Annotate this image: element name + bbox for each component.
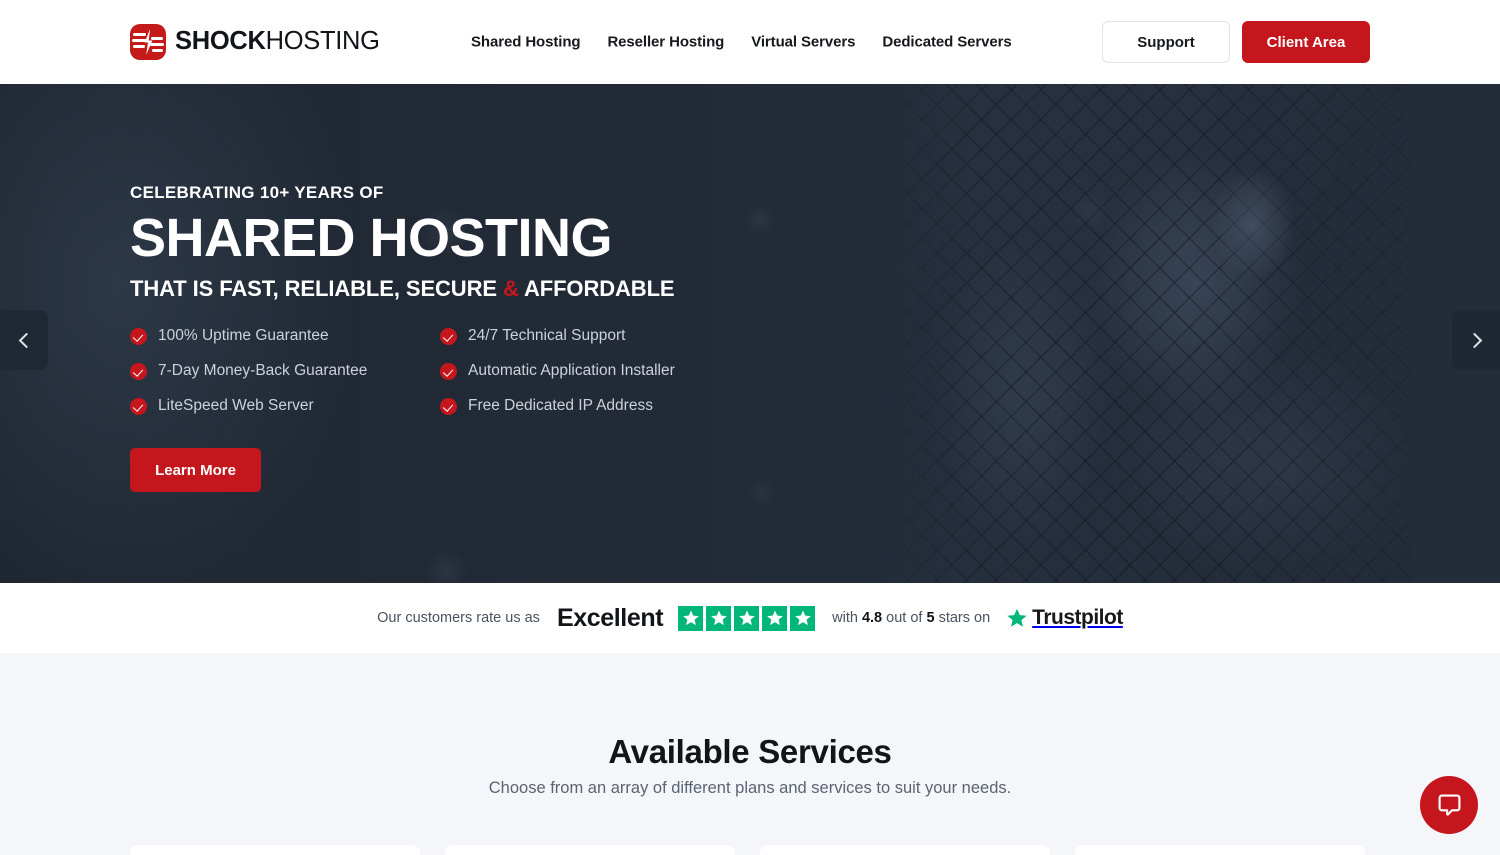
hero-feature-list: 100% Uptime Guarantee 24/7 Technical Sup… [130,327,675,415]
chevron-left-icon [18,332,34,348]
trustpilot-score-text: with 4.8 out of 5 stars on [832,610,990,626]
star-icon [790,605,816,631]
feature-item: Automatic Application Installer [440,362,675,380]
logo-bold-word: SHOCK [175,27,266,56]
hero-subtitle-after: AFFORDABLE [518,276,675,301]
site-logo[interactable]: SHOCKHOSTING [130,24,380,60]
hero-eyebrow: CELEBRATING 10+ YEARS OF [130,183,384,202]
site-header: SHOCKHOSTING Shared Hosting Reseller Hos… [0,0,1500,84]
feature-item: LiteSpeed Web Server [130,397,440,415]
check-circle-icon [440,327,457,345]
page-root: SHOCKHOSTING Shared Hosting Reseller Hos… [0,0,1500,855]
check-circle-icon [440,397,457,415]
hero-subtitle: THAT IS FAST, RELIABLE, SECURE & AFFORDA… [130,276,675,302]
trustpilot-outof-text: out of [886,610,923,626]
support-button[interactable]: Support [1102,21,1230,63]
main-navigation: Shared Hosting Reseller Hosting Virtual … [471,34,1012,51]
logo-light-word: HOSTING [265,27,380,56]
shock-bolt-icon [130,24,166,60]
check-circle-icon [130,327,147,345]
hero-subtitle-ampersand: & [502,276,519,301]
hero-content: CELEBRATING 10+ YEARS OF SHARED HOSTING … [130,84,890,583]
live-chat-button[interactable] [1420,776,1478,834]
trustpilot-stars-on-text: stars on [938,610,991,626]
feature-item: Free Dedicated IP Address [440,397,675,415]
logo-wordmark: SHOCKHOSTING [175,29,380,55]
trustpilot-max-score: 5 [926,610,935,626]
service-card[interactable] [130,845,420,855]
check-circle-icon [440,362,457,380]
trustpilot-logo[interactable]: Trustpilot [1006,606,1123,630]
service-card[interactable] [445,845,735,855]
trustpilot-rating-word: Excellent [556,603,664,632]
hero-background-photo [850,84,1410,583]
hero-subtitle-before: THAT IS FAST, RELIABLE, SECURE [130,276,503,301]
available-services-section: Available Services Choose from an array … [0,653,1500,855]
nav-item-reseller-hosting[interactable]: Reseller Hosting [607,34,724,51]
section-title: Available Services [608,733,892,770]
section-subtitle: Choose from an array of different plans … [488,779,1012,797]
trustpilot-star-icon [1007,608,1027,627]
feature-label: 24/7 Technical Support [468,327,626,344]
service-card[interactable] [760,845,1050,855]
header-actions: Support Client Area [1102,21,1370,63]
nav-item-virtual-servers[interactable]: Virtual Servers [751,34,855,51]
star-icon [678,605,704,631]
feature-label: 7-Day Money-Back Guarantee [158,362,368,379]
hero-carousel-slide: CELEBRATING 10+ YEARS OF SHARED HOSTING … [0,84,1500,583]
learn-more-button[interactable]: Learn More [130,448,261,492]
nav-item-dedicated-servers[interactable]: Dedicated Servers [882,34,1011,51]
client-area-button[interactable]: Client Area [1242,21,1370,63]
feature-label: LiteSpeed Web Server [158,397,314,414]
service-card-grid [130,845,1370,855]
trustpilot-with-text: with [832,610,858,626]
carousel-next-button[interactable] [1452,310,1500,370]
trustpilot-brand-text: Trustpilot [1032,606,1123,629]
trustpilot-prefix: Our customers rate us as [377,610,540,626]
feature-item: 100% Uptime Guarantee [130,327,440,345]
chat-bubble-icon [1438,794,1460,816]
check-circle-icon [130,362,147,380]
feature-label: Free Dedicated IP Address [468,397,653,414]
feature-label: 100% Uptime Guarantee [158,327,329,344]
star-icon [734,605,760,631]
service-card[interactable] [1075,845,1365,855]
trustpilot-bar: Our customers rate us as Excellent with … [0,583,1500,653]
trustpilot-row: Our customers rate us as Excellent with … [377,604,1123,633]
carousel-prev-button[interactable] [0,310,48,370]
chevron-right-icon [1466,332,1482,348]
trustpilot-score: 4.8 [861,610,883,626]
star-icon [706,605,732,631]
check-circle-icon [130,397,147,415]
star-icon [762,605,788,631]
trustpilot-stars [678,605,816,631]
nav-item-shared-hosting[interactable]: Shared Hosting [471,34,581,51]
feature-label: Automatic Application Installer [468,362,675,379]
hero-title: SHARED HOSTING [130,208,613,268]
feature-item: 24/7 Technical Support [440,327,675,345]
feature-item: 7-Day Money-Back Guarantee [130,362,440,380]
